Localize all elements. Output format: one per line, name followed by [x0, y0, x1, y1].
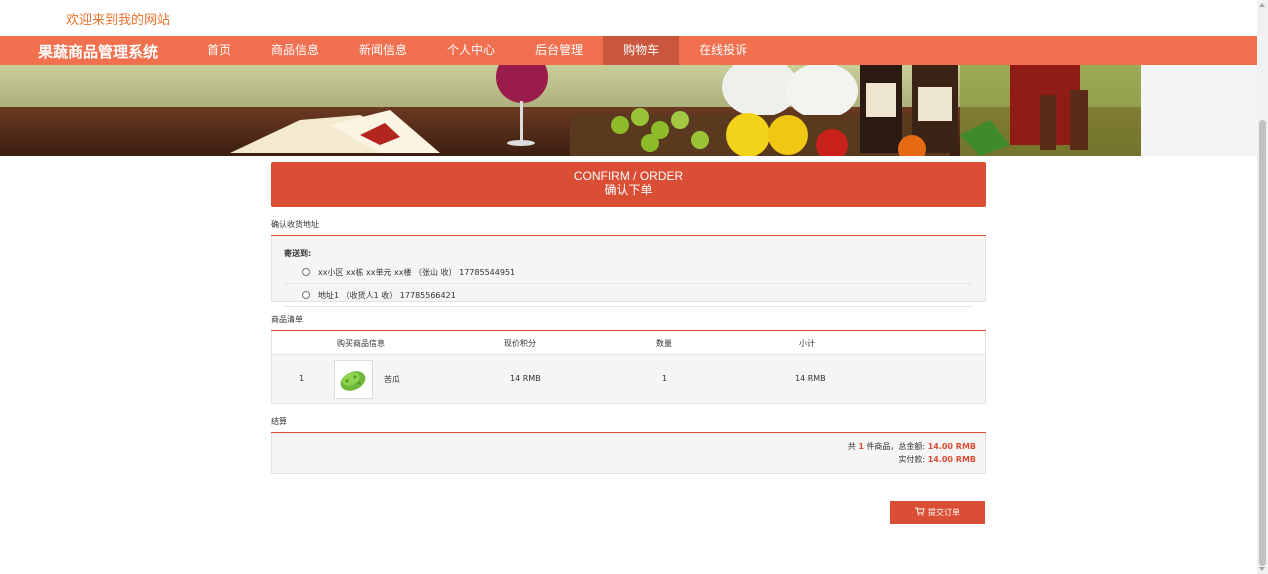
- nav-item-admin[interactable]: 后台管理: [515, 36, 603, 65]
- product-subtotal: 14 RMB: [795, 374, 826, 383]
- scroll-down-icon[interactable]: [1259, 567, 1265, 571]
- page-scrollbar[interactable]: [1257, 0, 1268, 574]
- item-count: 1: [858, 442, 864, 451]
- address-text: 地址1 （收货人1 收） 17785566421: [318, 290, 456, 300]
- page: 欢迎来到我的网站 果蔬商品管理系统 首页 商品信息 新闻信息 个人中心 后台管理…: [0, 0, 1257, 574]
- nav-item-home[interactable]: 首页: [187, 36, 251, 65]
- confirm-title-en: CONFIRM / ORDER: [573, 169, 684, 183]
- send-to-label: 寄送到:: [284, 249, 312, 258]
- scrollbar-thumb[interactable]: [1259, 120, 1266, 566]
- address-option[interactable]: xx小区 xx栋 xx单元 xx楼 （张山 收） 17785544951: [284, 261, 973, 284]
- nav-item-complaint[interactable]: 在线投诉: [679, 36, 767, 65]
- order-main: CONFIRM / ORDER 确认下单 确认收货地址 寄送到: xx小区 xx…: [271, 162, 986, 524]
- scroll-up-icon[interactable]: [1259, 3, 1265, 7]
- total-prefix: 共: [847, 442, 856, 451]
- table-row: 1 苦瓜 14 RMB 1 14 RMB: [272, 355, 985, 403]
- banner-right-fill: [1141, 65, 1257, 156]
- submit-order-label: 提交订单: [928, 508, 960, 517]
- nav-item-products[interactable]: 商品信息: [251, 36, 339, 65]
- address-box: 寄送到: xx小区 xx栋 xx单元 xx楼 （张山 收） 1778554495…: [271, 236, 986, 307]
- total-amount: 14.00 RMB: [927, 442, 976, 451]
- product-qty: 1: [662, 374, 668, 383]
- top-nav: 果蔬商品管理系统 首页 商品信息 新闻信息 个人中心 后台管理 购物车 在线投诉: [0, 36, 1257, 65]
- address-option[interactable]: 地址1 （收货人1 收） 17785566421: [284, 284, 973, 307]
- confirm-order-banner: CONFIRM / ORDER 确认下单: [271, 162, 986, 207]
- nav-item-profile[interactable]: 个人中心: [427, 36, 515, 65]
- total-line: 共 1 件商品，总金额: 14.00 RMB: [848, 441, 976, 452]
- address-radio[interactable]: [302, 268, 310, 276]
- welcome-text: 欢迎来到我的网站: [66, 13, 171, 28]
- row-index: 1: [299, 374, 305, 383]
- header-subtotal: 小计: [799, 339, 815, 348]
- settlement-box: 共 1 件商品，总金额: 14.00 RMB 实付款: 14.00 RMB: [271, 433, 986, 474]
- total-mid: 件商品，总金额:: [866, 442, 926, 451]
- product-name[interactable]: 苦瓜: [384, 374, 400, 385]
- paid-line: 实付款: 14.00 RMB: [898, 454, 976, 465]
- product-thumbnail[interactable]: [334, 360, 373, 399]
- address-section-title: 确认收货地址: [271, 219, 986, 236]
- settlement-section-title: 结算: [271, 416, 986, 433]
- paid-amount: 14.00 RMB: [927, 455, 976, 464]
- product-price: 14 RMB: [510, 374, 541, 383]
- goods-table: 购买商品信息 现价积分 数量 小计 1 苦瓜 14 RMB 1 14 RMB: [271, 331, 986, 404]
- nav-item-news[interactable]: 新闻信息: [339, 36, 427, 65]
- banner-image: [0, 65, 1141, 156]
- header-price: 现价积分: [504, 339, 536, 348]
- cart-icon: [915, 507, 925, 518]
- submit-order-button[interactable]: 提交订单: [890, 501, 985, 524]
- header-qty: 数量: [656, 339, 672, 348]
- address-text: xx小区 xx栋 xx单元 xx楼 （张山 收） 17785544951: [318, 267, 516, 277]
- confirm-title-cn: 确认下单: [604, 183, 653, 197]
- address-radio[interactable]: [302, 291, 310, 299]
- site-brand[interactable]: 果蔬商品管理系统: [38, 41, 158, 62]
- nav-item-cart[interactable]: 购物车: [603, 36, 680, 65]
- header-goods-info: 购买商品信息: [337, 339, 385, 348]
- nav-items: 首页 商品信息 新闻信息 个人中心 后台管理 购物车 在线投诉: [187, 36, 767, 65]
- paid-prefix: 实付款:: [898, 455, 926, 464]
- goods-section-title: 商品清单: [271, 314, 986, 331]
- goods-table-header: 购买商品信息 现价积分 数量 小计: [272, 331, 985, 355]
